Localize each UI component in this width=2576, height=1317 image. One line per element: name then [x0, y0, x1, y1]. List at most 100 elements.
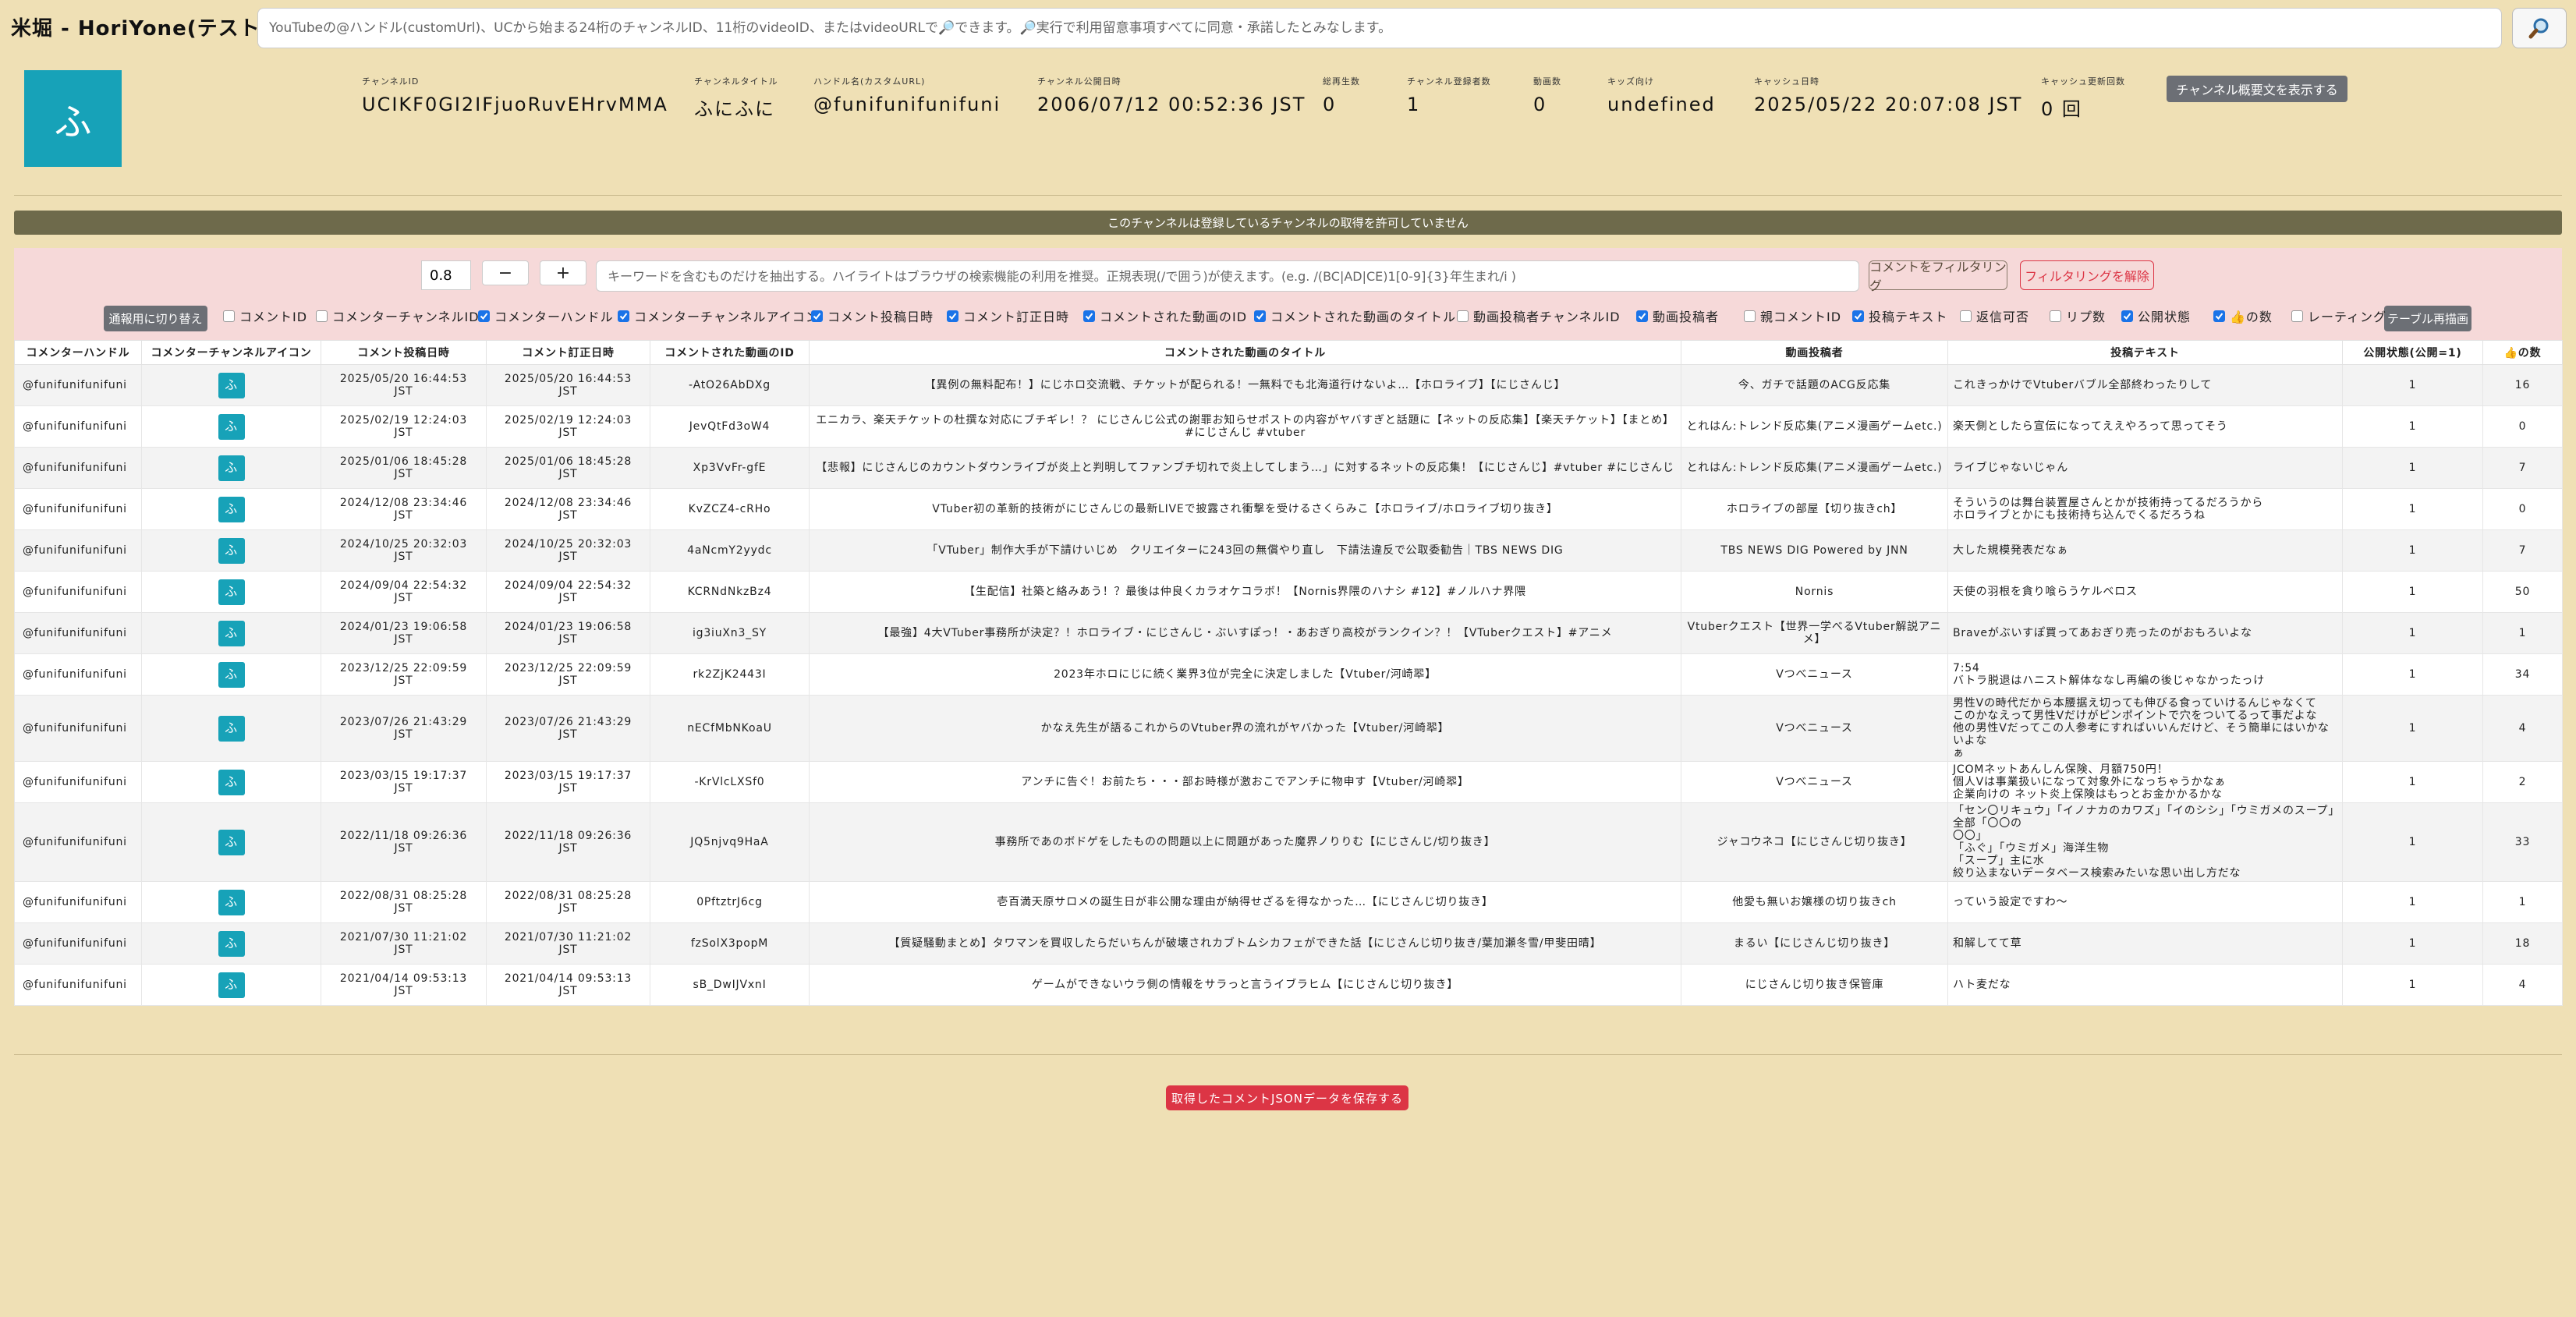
cell-text: 【異例の無料配布！】にじホロ交流戦、チケットが配られる！一無料でも北海道行けない…	[924, 379, 1566, 391]
search-button[interactable]	[2512, 8, 2567, 48]
search-input[interactable]	[257, 8, 2502, 48]
commenter-avatar[interactable]: ふ	[218, 579, 245, 605]
column-header[interactable]: コメント投稿日時	[321, 340, 487, 365]
column-toggle[interactable]: コメントされた動画のID	[1083, 306, 1247, 325]
column-header[interactable]: 動画投稿者	[1681, 340, 1948, 365]
column-header[interactable]: コメントされた動画のID	[650, 340, 810, 365]
commenter-avatar[interactable]: ふ	[218, 829, 245, 855]
checkbox-checked[interactable]	[478, 310, 490, 322]
checkbox-unchecked[interactable]	[1744, 310, 1756, 322]
commenter-avatar[interactable]: ふ	[218, 715, 245, 742]
commenter-avatar[interactable]: ふ	[218, 413, 245, 440]
column-toggle[interactable]: コメンターチャンネルアイコン	[618, 306, 819, 325]
checkbox-checked[interactable]	[1852, 310, 1864, 322]
cell-text: 2	[2518, 776, 2527, 788]
column-header[interactable]: 投稿テキスト	[1947, 340, 2343, 365]
clear-filter-button[interactable]: フィルタリングを解除	[2020, 260, 2154, 290]
cell-text: 1	[2408, 544, 2417, 557]
cell-status: 1	[2342, 881, 2483, 923]
cell-text: Vtuberクエスト【世界一学べるVtuber解説アニメ】	[1687, 621, 1942, 646]
commenter-avatar[interactable]: ふ	[218, 972, 245, 998]
cell-edited: 2024/12/08 23:34:46 JST	[486, 488, 650, 530]
checkbox-checked[interactable]	[947, 310, 958, 322]
checkbox-unchecked[interactable]	[2050, 310, 2061, 322]
table-row: @funifunifunifuni ふ 2021/07/30 11:21:02 JS…	[14, 922, 2563, 965]
column-toggle-label: 返信可否	[1976, 310, 2030, 324]
column-toggle[interactable]: レーティング	[2291, 306, 2386, 325]
cell-edited: 2022/08/31 08:25:28 JST	[486, 881, 650, 923]
cell-text: 【最強】4大VTuber事務所が決定？！ホロライブ・にじさんじ・ぶいすぽっ！・あ…	[877, 627, 1613, 639]
redraw-table-button[interactable]: テーブル再描画	[2384, 306, 2471, 331]
cell-text: KvZCZ4-cRHo	[688, 503, 771, 515]
cell-icon: ふ	[141, 612, 321, 654]
cell-text: JCOMネットあんしん保険、月額750円！ 個人Vは事業扱いになって対象外になっ…	[1947, 761, 2343, 803]
checkbox-checked[interactable]	[1083, 310, 1095, 322]
cell-text: 今、ガチで話題のACG反応集	[1738, 379, 1891, 391]
column-toggle[interactable]: 動画投稿者	[1636, 306, 1719, 325]
checkbox-unchecked[interactable]	[316, 310, 328, 322]
column-header[interactable]: コメンターハンドル	[14, 340, 142, 365]
column-header[interactable]: 公開状態(公開=1)	[2342, 340, 2483, 365]
zoom-input[interactable]	[421, 260, 471, 290]
column-toggle[interactable]: 👍の数	[2213, 306, 2273, 325]
commenter-avatar[interactable]: ふ	[218, 537, 245, 564]
checkbox-checked[interactable]	[2213, 310, 2225, 322]
cell-uploader: にじさんじ切り抜き保管庫	[1681, 964, 1948, 1006]
checkbox-checked[interactable]	[2121, 310, 2133, 322]
checkbox-checked[interactable]	[811, 310, 823, 322]
cell-edited: 2025/05/20 16:44:53 JST	[486, 364, 650, 406]
column-toggle[interactable]: 投稿テキスト	[1852, 306, 1948, 325]
commenter-avatar[interactable]: ふ	[218, 620, 245, 646]
column-header[interactable]: コメント訂正日時	[486, 340, 650, 365]
commenter-avatar[interactable]: ふ	[218, 930, 245, 957]
column-toggle[interactable]: 返信可否	[1960, 306, 2029, 325]
commenter-avatar[interactable]: ふ	[218, 769, 245, 795]
column-toggle[interactable]: コメント訂正日時	[947, 306, 1069, 325]
cell-text: 「セン〇リキュウ」「イノナカのカワズ」「イのシシ」「ウミガメのスープ」全部「〇〇…	[1947, 802, 2343, 882]
checkbox-unchecked[interactable]	[223, 310, 235, 322]
commenter-avatar[interactable]: ふ	[218, 889, 245, 915]
checkbox-unchecked[interactable]	[1457, 310, 1469, 322]
commenter-avatar[interactable]: ふ	[218, 372, 245, 398]
column-toggle[interactable]: 親コメントID	[1744, 306, 1841, 325]
column-toggle[interactable]: 動画投稿者チャンネルID	[1457, 306, 1621, 325]
cell-text: とれはん:トレンド反応集(アニメ漫画ゲームetc.)	[1686, 462, 1943, 474]
column-toggle[interactable]: コメントされた動画のタイトル	[1254, 306, 1456, 325]
column-toggle[interactable]: リプ数	[2050, 306, 2106, 325]
report-mode-button[interactable]: 通報用に切り替え	[104, 306, 207, 331]
column-toggle[interactable]: コメントID	[223, 306, 307, 325]
column-toggle[interactable]: コメント投稿日時	[811, 306, 934, 325]
checkbox-checked[interactable]	[1254, 310, 1266, 322]
checkbox-unchecked[interactable]	[2291, 310, 2303, 322]
cell-edited: 2024/09/04 22:54:32 JST	[486, 571, 650, 613]
column-toggle[interactable]: 公開状態	[2121, 306, 2191, 325]
save-json-button[interactable]: 取得したコメントJSONデータを保存する	[1166, 1085, 1408, 1110]
column-header[interactable]: コメントされた動画のタイトル	[809, 340, 1681, 365]
checkbox-checked[interactable]	[618, 310, 629, 322]
column-header[interactable]: 👍の数	[2482, 340, 2563, 365]
zoom-plus-button[interactable]: +	[540, 260, 586, 285]
cell-text: 楽天側としたら宣伝になってええやろって思ってそう	[1947, 405, 2343, 448]
commenter-avatar[interactable]: ふ	[218, 496, 245, 522]
zoom-minus-button[interactable]: −	[482, 260, 529, 285]
cell-posted: 2022/08/31 08:25:28 JST	[321, 881, 487, 923]
column-toggle[interactable]: コメンターハンドル	[478, 306, 614, 325]
column-toggle[interactable]: コメンターチャンネルID	[316, 306, 480, 325]
keyword-filter-input[interactable]	[596, 260, 1859, 292]
filter-comments-button[interactable]: コメントをフィルタリング	[1869, 260, 2007, 293]
commenter-avatar[interactable]: ふ	[218, 661, 245, 688]
checkbox-unchecked[interactable]	[1960, 310, 1972, 322]
cell-text: 【悲報】にじさんじのカウントダウンライブが炎上と判明してファンブチ切れで炎上して…	[816, 462, 1674, 474]
checkbox-checked[interactable]	[1636, 310, 1648, 322]
cell-text: 天使の羽根を貪り喰らうケルベロス	[1947, 571, 2343, 613]
cell-text: 1	[2408, 586, 2417, 598]
cell-text: 楽天側としたら宣伝になってええやろって思ってそう	[1953, 420, 2228, 433]
show-description-button[interactable]: チャンネル概要文を表示する	[2167, 76, 2347, 102]
cell-text: 4	[2518, 979, 2527, 991]
divider	[14, 195, 2562, 196]
check-icon	[948, 312, 957, 320]
commenter-avatar[interactable]: ふ	[218, 455, 245, 481]
column-toggle-label: コメンターチャンネルID	[332, 310, 480, 324]
column-header[interactable]: コメンターチャンネルアイコン	[141, 340, 321, 365]
cell-text: 1	[2408, 379, 2417, 391]
